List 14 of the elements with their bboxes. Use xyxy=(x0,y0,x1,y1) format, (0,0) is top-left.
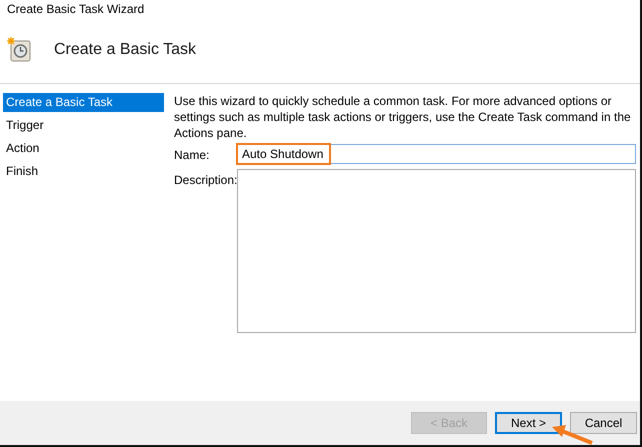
name-field[interactable]: Auto Shutdown xyxy=(237,144,636,164)
intro-text: Use this wizard to quickly schedule a common task. For more advanced options or settings such as multiple task actions or triggers, use the Create Task command in the Actions pane. xyxy=(174,93,632,141)
step-item[interactable]: Trigger xyxy=(3,116,164,135)
step-item[interactable]: Create a Basic Task xyxy=(3,93,164,112)
clock-icon xyxy=(6,37,32,63)
name-label: Name: xyxy=(174,147,210,162)
description-field[interactable] xyxy=(237,169,636,333)
description-label: Description: xyxy=(174,172,237,187)
step-item[interactable]: Action xyxy=(3,139,164,158)
page-title: Create a Basic Task xyxy=(54,41,196,59)
wizard-button[interactable]: Next > xyxy=(495,412,562,434)
wizard-button[interactable]: Cancel xyxy=(570,412,637,434)
step-item[interactable]: Finish xyxy=(3,162,164,181)
window-title: Create Basic Task Wizard xyxy=(7,2,144,16)
